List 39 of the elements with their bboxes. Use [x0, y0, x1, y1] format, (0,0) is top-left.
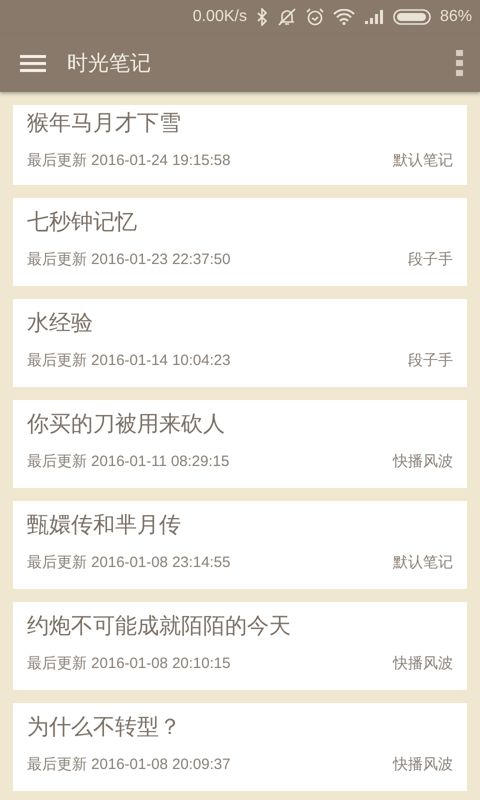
updated-time: 最后更新 2016-01-11 08:29:15: [27, 452, 230, 471]
note-title: 七秒钟记忆: [27, 209, 138, 237]
note-title: 水经验: [27, 310, 94, 338]
note-card[interactable]: 水经验 最后更新 2016-01-14 10:04:23 段子手: [13, 299, 467, 387]
more-options-button[interactable]: [456, 50, 464, 76]
updated-time: 最后更新 2016-01-08 20:10:15: [27, 654, 230, 673]
alarm-icon: [306, 8, 324, 26]
updated-time: 最后更新 2016-01-08 23:14:55: [27, 553, 230, 572]
signal-icon: [364, 9, 384, 25]
updated-time: 最后更新 2016-01-08 20:09:37: [27, 755, 230, 774]
network-speed: 0.00K/s: [192, 8, 247, 26]
note-title: 为什么不转型？: [27, 714, 182, 742]
battery-percent: 86%: [440, 8, 472, 26]
note-card[interactable]: 甄嬛传和芈月传 最后更新 2016-01-08 23:14:55 默认笔记: [13, 501, 467, 589]
note-card[interactable]: 七秒钟记忆 最后更新 2016-01-23 22:37:50 段子手: [13, 198, 467, 286]
notebook-name: 快播风波: [393, 654, 453, 673]
note-title: 你买的刀被用来砍人: [27, 411, 226, 439]
bluetooth-icon: [256, 8, 268, 26]
note-title: 甄嬛传和芈月传: [27, 512, 182, 540]
battery-icon: [392, 9, 431, 25]
note-card[interactable]: 为什么不转型？ 最后更新 2016-01-08 20:09:37 快播风波: [13, 703, 467, 791]
notebook-name: 快播风波: [393, 755, 453, 774]
notebook-name: 默认笔记: [393, 553, 453, 572]
notebook-name: 快播风波: [393, 452, 453, 471]
note-card[interactable]: 你买的刀被用来砍人 最后更新 2016-01-11 08:29:15 快播风波: [13, 400, 467, 488]
note-title: 猴年马月才下雪: [27, 110, 182, 138]
updated-time: 最后更新 2016-01-24 19:15:58: [27, 151, 230, 170]
wifi-icon: [332, 9, 355, 25]
updated-time: 最后更新 2016-01-14 10:04:23: [27, 351, 230, 370]
notebook-name: 段子手: [408, 250, 453, 269]
note-card[interactable]: 约炮不可能成就陌陌的今天 最后更新 2016-01-08 20:10:15 快播风波: [13, 602, 467, 690]
menu-button[interactable]: [20, 54, 46, 72]
muted-bell-icon: [276, 8, 297, 26]
updated-time: 最后更新 2016-01-23 22:37:50: [27, 250, 230, 269]
note-card[interactable]: 猴年马月才下雪 最后更新 2016-01-24 19:15:58 默认笔记: [13, 105, 467, 185]
notebook-name: 段子手: [408, 351, 453, 370]
notebook-name: 默认笔记: [393, 151, 453, 170]
app-title: 时光笔记: [67, 50, 152, 77]
note-title: 约炮不可能成就陌陌的今天: [27, 613, 292, 641]
